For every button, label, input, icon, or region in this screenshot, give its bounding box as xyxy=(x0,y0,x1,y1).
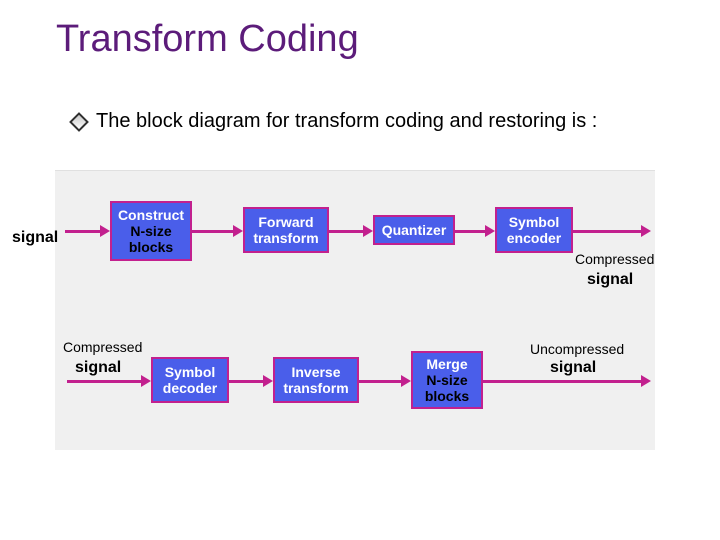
box-text: encoder xyxy=(507,230,561,246)
box-symbol-decoder: Symbol decoder xyxy=(151,357,229,403)
label-compressed-top: Compressed xyxy=(575,251,654,267)
label-uncompressed: Uncompressed xyxy=(530,341,624,357)
slide-title: Transform Coding xyxy=(56,18,359,61)
box-text: Inverse xyxy=(291,364,340,380)
box-text: blocks xyxy=(425,388,469,404)
block-diagram: signal Construct N-size blocks Forward t… xyxy=(55,170,655,450)
box-text: Forward xyxy=(258,214,313,230)
box-symbol-encoder: Symbol encoder xyxy=(495,207,573,253)
box-quantizer: Quantizer xyxy=(373,215,455,245)
box-inverse-transform: Inverse transform xyxy=(273,357,359,403)
box-text: N-size xyxy=(426,372,467,388)
box-text: transform xyxy=(283,380,348,396)
bullet-row: The block diagram for transform coding a… xyxy=(72,110,597,133)
diamond-bullet-icon xyxy=(69,112,89,132)
label-signal-top-right: signal xyxy=(587,271,633,289)
box-text: N-size xyxy=(130,223,171,239)
box-text: Symbol xyxy=(165,364,216,380)
box-text: Merge xyxy=(426,356,467,372)
box-construct-blocks: Construct N-size blocks xyxy=(110,201,192,261)
box-text: Symbol xyxy=(509,214,560,230)
box-text: decoder xyxy=(163,380,217,396)
box-merge-blocks: Merge N-size blocks xyxy=(411,351,483,409)
bullet-text: The block diagram for transform coding a… xyxy=(96,110,597,133)
label-signal-bottom-right: signal xyxy=(550,359,596,377)
label-signal-bottom-left: signal xyxy=(75,359,121,377)
box-text: Construct xyxy=(118,207,184,223)
box-forward-transform: Forward transform xyxy=(243,207,329,253)
box-text: blocks xyxy=(129,239,173,255)
box-text: transform xyxy=(253,230,318,246)
label-compressed-bottom: Compressed xyxy=(63,339,142,355)
box-text: Quantizer xyxy=(382,222,447,238)
label-signal-top-left: signal xyxy=(12,229,58,247)
